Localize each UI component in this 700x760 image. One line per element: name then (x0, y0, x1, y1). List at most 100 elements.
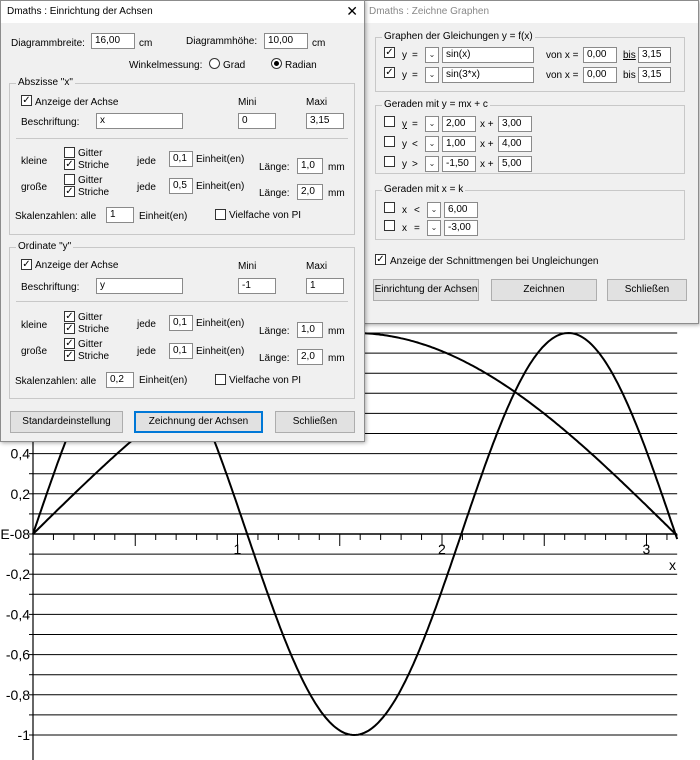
abscissa-caption-input[interactable]: x (96, 113, 183, 129)
abscissa-large-grid-checkbox[interactable] (64, 174, 75, 185)
ordinate-caption-input[interactable]: y (96, 278, 183, 294)
eq1-op-dropdown[interactable]: ⌄ (425, 47, 439, 63)
vline1-op-label: < (414, 205, 420, 216)
abscissa-scale-input[interactable]: 1 (106, 207, 134, 223)
y-tick-label: -0,2 (6, 566, 30, 582)
eq2-to-input[interactable]: 3,15 (638, 67, 671, 83)
lines-legend: Geraden mit y = mx + c (382, 99, 490, 110)
angle-label: Winkelmessung: (129, 60, 203, 71)
ordinate-mini-input[interactable]: -1 (238, 278, 276, 294)
eq1-input[interactable]: sin(x) (442, 47, 534, 63)
default-settings-button[interactable]: Standardeinstellung (10, 411, 123, 433)
y-tick-label: 0,4 (11, 446, 31, 462)
eq2-from-label: von x = (546, 70, 579, 81)
graph-dialog-titlebar[interactable]: Dmaths : Zeichne Graphen (363, 1, 698, 23)
eq2-op-dropdown[interactable]: ⌄ (425, 67, 439, 83)
abscissa-small-grid-checkbox[interactable] (64, 147, 75, 158)
ordinate-scale-unit: Einheit(en) (139, 375, 188, 386)
line3-op-dropdown[interactable]: ⌄ (425, 156, 439, 172)
vline2-op-dropdown[interactable]: ⌄ (427, 220, 441, 236)
draw-axes-button[interactable]: Zeichnung der Achsen (134, 411, 263, 433)
line3-c-input[interactable]: 5,00 (498, 156, 532, 172)
ordinate-large-length-input[interactable]: 2,0 (297, 349, 323, 365)
diagram-height-input[interactable]: 10,00 (264, 33, 308, 49)
ordinate-large-grid-checkbox[interactable]: ✓ (64, 338, 75, 349)
graph-dialog-title: Dmaths : Zeichne Graphen (369, 6, 490, 17)
line2-checkbox[interactable] (384, 136, 395, 147)
abscissa-pi-checkbox[interactable] (215, 209, 226, 220)
abscissa-large-each-label: jede (137, 182, 156, 193)
intersections-label: Anzeige der Schnittmengen bei Ungleichun… (390, 256, 599, 267)
line1-op-label: = (412, 119, 418, 130)
abscissa-large-ticks-checkbox[interactable]: ✓ (64, 186, 75, 197)
draw-button[interactable]: Zeichnen (491, 279, 597, 301)
ordinate-small-grid-checkbox[interactable]: ✓ (64, 311, 75, 322)
vline1-x-label: x (402, 205, 407, 216)
vline2-k-input[interactable]: -3,00 (444, 220, 478, 236)
axes-close-button[interactable]: Schließen (275, 411, 355, 433)
graph-dialog: Dmaths : Zeichne Graphen Graphen der Gle… (362, 0, 699, 324)
eq2-y-label: y (402, 70, 407, 81)
abscissa-small-ticks-checkbox[interactable]: ✓ (64, 159, 75, 170)
vline1-op-dropdown[interactable]: ⌄ (427, 202, 441, 218)
ordinate-separator (16, 301, 348, 302)
angle-radian-radio[interactable] (271, 58, 282, 69)
ordinate-large-ticks-checkbox[interactable]: ✓ (64, 350, 75, 361)
eq1-from-input[interactable]: 0,00 (583, 47, 617, 63)
angle-grad-radio[interactable] (209, 58, 220, 69)
ordinate-large-ticks-label: Striche (78, 351, 110, 362)
eq1-to-input[interactable]: 3,15 (638, 47, 671, 63)
line1-checkbox[interactable] (384, 116, 395, 127)
ordinate-show-axis-checkbox[interactable]: ✓ (21, 259, 32, 270)
ordinate-small-grid-label: Gitter (78, 312, 103, 323)
line2-y-label: y (402, 139, 407, 150)
line3-m-input[interactable]: -1,50 (442, 156, 476, 172)
ordinate-large-step-input[interactable]: 0,1 (169, 343, 193, 359)
eq2-from-input[interactable]: 0,00 (583, 67, 617, 83)
ordinate-scale-label: Skalenzahlen: alle (15, 376, 97, 387)
line3-checkbox[interactable] (384, 156, 395, 167)
vertical-lines-group: Geraden mit x = k (375, 184, 685, 240)
eq1-to-label: bis (623, 50, 636, 61)
equations-group: Graphen der Gleichungen y = f(x) (375, 31, 685, 92)
x-tick-label: 3 (643, 541, 651, 557)
equations-legend: Graphen der Gleichungen y = f(x) (382, 31, 535, 42)
graph-close-button[interactable]: Schließen (607, 279, 687, 301)
eq1-checkbox[interactable]: ✓ (384, 47, 395, 58)
line2-c-input[interactable]: 4,00 (498, 136, 532, 152)
ordinate-maxi-input[interactable]: 1 (306, 278, 344, 294)
ordinate-pi-checkbox[interactable] (215, 374, 226, 385)
ordinate-small-step-input[interactable]: 0,1 (169, 315, 193, 331)
abscissa-maxi-input[interactable]: 3,15 (306, 113, 344, 129)
close-icon[interactable]: ✕ (346, 4, 358, 18)
ordinate-caption-label: Beschriftung: (21, 282, 80, 293)
ordinate-scale-input[interactable]: 0,2 (106, 372, 134, 388)
diagram-height-unit: cm (312, 38, 326, 49)
abscissa-large-length-input[interactable]: 2,0 (297, 184, 323, 200)
angle-grad-label: Grad (223, 60, 246, 71)
eq2-checkbox[interactable]: ✓ (384, 67, 395, 78)
line1-y-label: y (402, 119, 407, 130)
line1-m-input[interactable]: 2,00 (442, 116, 476, 132)
vline1-k-input[interactable]: 6,00 (444, 202, 478, 218)
line1-c-input[interactable]: 3,00 (498, 116, 532, 132)
vline1-checkbox[interactable] (384, 202, 395, 213)
intersections-checkbox[interactable]: ✓ (375, 254, 386, 265)
abscissa-mini-input[interactable]: 0 (238, 113, 276, 129)
ordinate-small-ticks-checkbox[interactable]: ✓ (64, 323, 75, 334)
eq2-op-label: = (412, 70, 418, 81)
abscissa-large-step-input[interactable]: 0,5 (169, 178, 193, 194)
eq2-input[interactable]: sin(3*x) (442, 67, 534, 83)
diagram-width-input[interactable]: 16,00 (91, 33, 135, 49)
line2-op-dropdown[interactable]: ⌄ (425, 136, 439, 152)
axes-dialog-titlebar[interactable]: Dmaths : Einrichtung der Achsen ✕ (1, 1, 364, 23)
line2-m-input[interactable]: 1,00 (442, 136, 476, 152)
setup-axes-button[interactable]: Einrichtung der Achsen (373, 279, 479, 301)
line1-op-dropdown[interactable]: ⌄ (425, 116, 439, 132)
line1-xplus-label: x + (480, 119, 494, 130)
vline2-checkbox[interactable] (384, 220, 395, 231)
abscissa-small-length-input[interactable]: 1,0 (297, 158, 323, 174)
abscissa-small-step-input[interactable]: 0,1 (169, 151, 193, 167)
ordinate-small-length-input[interactable]: 1,0 (297, 322, 323, 338)
abscissa-show-axis-checkbox[interactable]: ✓ (21, 95, 32, 106)
